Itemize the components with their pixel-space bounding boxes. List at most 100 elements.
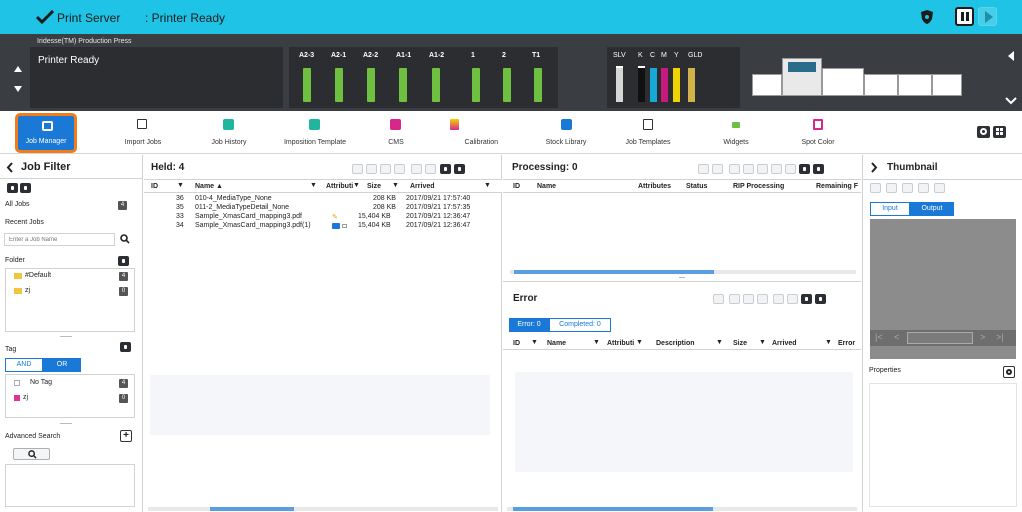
undo-button[interactable] (698, 164, 709, 174)
ink-level-silver[interactable] (616, 68, 623, 102)
filter-icon[interactable]: ▼ (759, 339, 766, 346)
col-id[interactable]: ID (513, 340, 520, 347)
col-id[interactable]: ID (513, 183, 520, 190)
table-row[interactable]: 35 011-2_MediaTypeDetail_None 208 KB 201… (144, 204, 502, 213)
tray-level[interactable] (335, 68, 343, 102)
filter-icon[interactable]: ▼ (593, 339, 600, 346)
chevron-left-icon[interactable] (6, 162, 14, 173)
shield-icon[interactable] (920, 9, 934, 25)
grid-button[interactable] (454, 164, 465, 174)
horizontal-scrollbar[interactable] (510, 270, 856, 274)
move-button[interactable] (743, 294, 754, 304)
horizontal-scrollbar[interactable] (148, 507, 498, 511)
folder-name[interactable]: zj (25, 287, 30, 294)
tab-input[interactable]: Input (870, 202, 910, 216)
grid-button[interactable] (813, 164, 824, 174)
layout-button[interactable] (918, 183, 929, 193)
toolbar-imposition-template[interactable]: Imposition Template (272, 113, 358, 151)
toolbar-job-history[interactable]: Job History (198, 113, 260, 151)
play-button[interactable] (870, 183, 881, 193)
col-arrived[interactable]: Arrived (410, 183, 435, 190)
settings-button[interactable] (440, 164, 451, 174)
filter-icon[interactable]: ▼ (177, 182, 184, 189)
advanced-search-button[interactable] (13, 448, 50, 460)
list-view-button[interactable] (7, 183, 18, 193)
delete-button[interactable] (773, 294, 784, 304)
col-size[interactable]: Size (733, 340, 747, 347)
tray-level[interactable] (503, 68, 511, 102)
collapse-down-icon[interactable] (14, 86, 22, 92)
resize-handle[interactable] (60, 336, 72, 337)
scrollbar-thumb[interactable] (513, 507, 713, 511)
table-row[interactable]: 34 Sample_XmasCard_mapping3.pdf(1) 15,40… (144, 222, 502, 231)
col-name[interactable]: Name ▲ (195, 183, 223, 190)
col-size[interactable]: Size (367, 183, 381, 190)
ink-level-black[interactable] (638, 68, 645, 102)
grid-button[interactable] (815, 294, 826, 304)
toolbar-spot-color[interactable]: Spot Color (786, 113, 850, 151)
settings-button[interactable] (799, 164, 810, 174)
filter-icon[interactable]: ▼ (310, 182, 317, 189)
filter-icon[interactable]: ▼ (531, 339, 538, 346)
pause-button[interactable] (955, 7, 974, 26)
delete-button[interactable] (771, 164, 782, 174)
scrollbar-thumb[interactable] (210, 507, 294, 511)
print-button[interactable] (352, 164, 363, 174)
col-error[interactable]: Error (838, 340, 855, 347)
col-id[interactable]: ID (151, 183, 158, 190)
preview-button[interactable] (394, 164, 405, 174)
tab-output[interactable]: Output (910, 202, 954, 216)
toolbar-widgets[interactable]: Widgets (705, 113, 767, 151)
filter-icon[interactable]: ▼ (484, 182, 491, 189)
grid-view-button[interactable] (993, 126, 1006, 138)
page-number-input[interactable] (907, 332, 973, 344)
chevron-right-icon[interactable] (870, 162, 878, 173)
print-button[interactable] (713, 294, 724, 304)
ink-level-yellow[interactable] (673, 68, 680, 102)
scrollbar-thumb[interactable] (514, 270, 714, 274)
toolbar-import-jobs[interactable]: Import Jobs (112, 113, 174, 151)
tray-level[interactable] (534, 68, 542, 102)
resize-handle[interactable] (679, 277, 685, 278)
image-button[interactable] (934, 183, 945, 193)
next-page-icon[interactable]: > (980, 332, 985, 342)
search-icon[interactable] (120, 234, 130, 244)
ink-level-magenta[interactable] (661, 68, 668, 102)
folder-name[interactable]: #Default (25, 272, 51, 279)
and-toggle[interactable]: AND (5, 358, 43, 372)
add-folder-button[interactable] (118, 256, 129, 266)
left-arrow-icon[interactable] (1008, 51, 1014, 61)
properties-button[interactable] (787, 294, 798, 304)
tray-level[interactable] (303, 68, 311, 102)
properties-button[interactable] (425, 164, 436, 174)
filter-button[interactable] (729, 164, 740, 174)
page-button[interactable] (886, 183, 897, 193)
refresh-button[interactable] (20, 183, 31, 193)
col-status[interactable]: Status (686, 183, 707, 190)
table-row[interactable]: 33 Sample_XmasCard_mapping3.pdf ✎ 15,404… (144, 213, 502, 222)
delete-button[interactable] (411, 164, 422, 174)
col-attributes[interactable]: Attributes (638, 183, 671, 190)
filter-icon[interactable]: ▼ (636, 339, 643, 346)
filter-icon[interactable]: ▼ (825, 339, 832, 346)
tag-name[interactable]: zj (23, 394, 28, 401)
toolbar-job-manager[interactable]: Job Manager (15, 113, 77, 153)
col-attributes[interactable]: Attributi (326, 183, 353, 190)
horizontal-scrollbar[interactable] (507, 507, 857, 511)
copy-button[interactable] (366, 164, 377, 174)
tag-button[interactable] (120, 342, 131, 352)
col-name[interactable]: Name (537, 183, 556, 190)
collapse-up-icon[interactable] (14, 66, 22, 72)
col-rip-processing[interactable]: RIP Processing (733, 183, 784, 190)
or-toggle[interactable]: OR (43, 358, 81, 372)
settings-button[interactable] (801, 294, 812, 304)
col-description[interactable]: Description (656, 340, 695, 347)
job-name-search-input[interactable] (4, 233, 115, 246)
ink-level-cyan[interactable] (650, 68, 657, 102)
tab-error[interactable]: Error: 0 (509, 318, 549, 332)
resume-button[interactable] (978, 7, 997, 26)
settings-gear-button[interactable] (977, 126, 990, 138)
resize-handle[interactable] (60, 423, 72, 424)
properties-settings-button[interactable] (1003, 366, 1015, 378)
tray-level[interactable] (399, 68, 407, 102)
